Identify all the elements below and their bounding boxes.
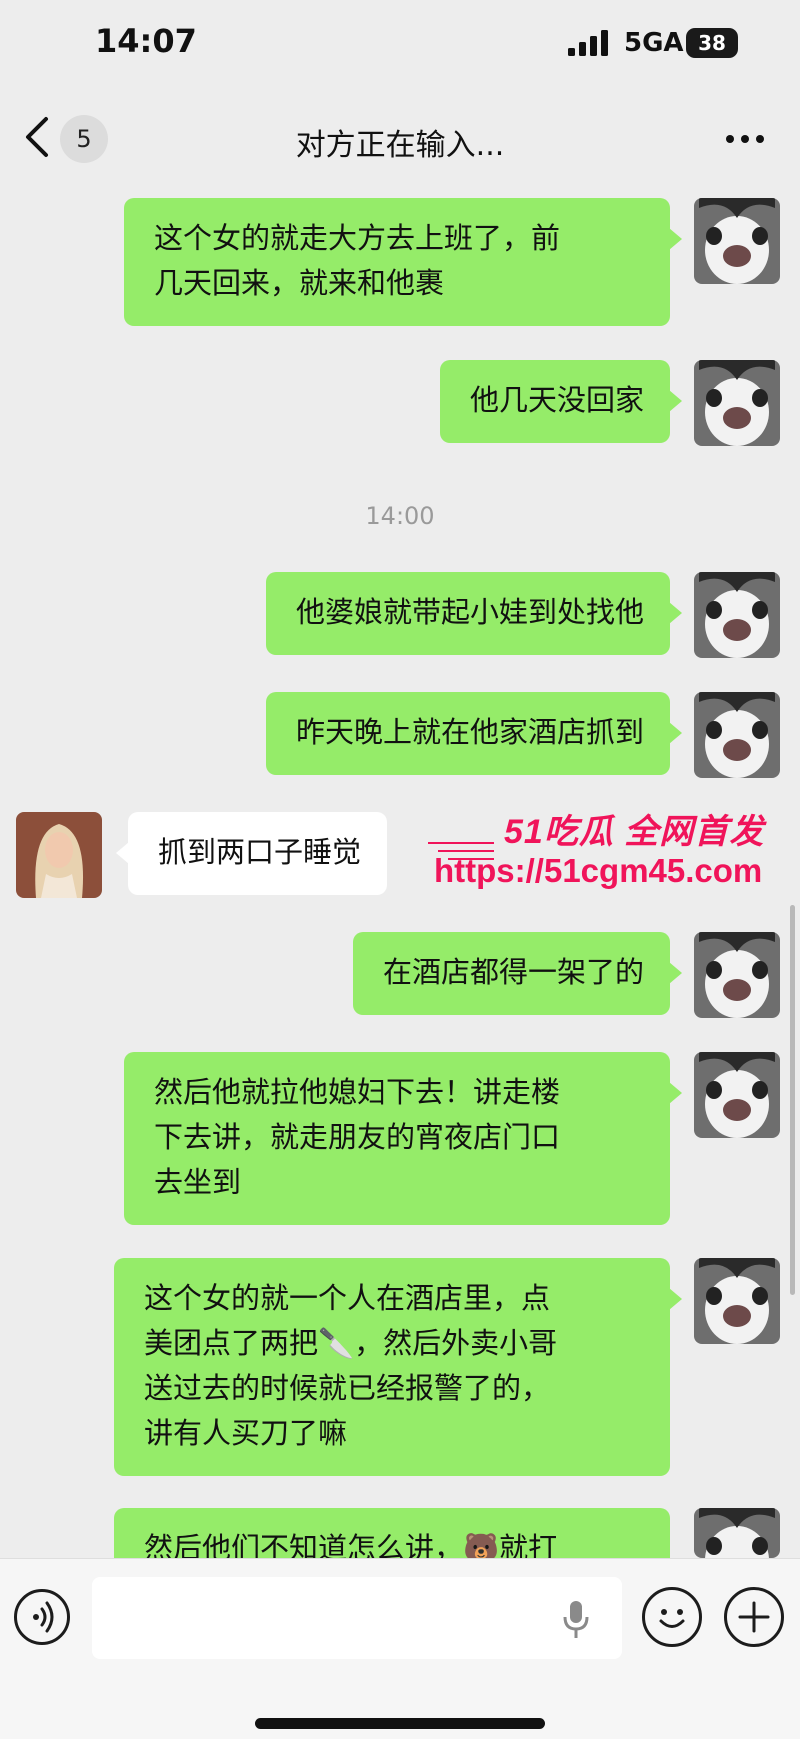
my-avatar[interactable] [694, 1052, 780, 1138]
smiley-icon [659, 1609, 685, 1628]
contact-avatar[interactable] [16, 812, 102, 898]
message-bubble[interactable]: 抓到两口子睡觉 [115, 812, 388, 895]
message-text: 美团点了两把🔪，然后外卖小哥 [144, 1326, 558, 1360]
message-timestamp: 14:00 [365, 502, 435, 530]
message-text: 然后他就拉他媳妇下去！讲走楼 [154, 1075, 561, 1109]
status-time: 14:07 [95, 22, 197, 60]
microphone-icon[interactable] [561, 1599, 591, 1641]
watermark-url: https://51cgm45.com [434, 852, 763, 889]
chat-title: 对方正在输入... [295, 128, 505, 163]
message-bubble[interactable]: 他婆娘就带起小娃到处找他 [265, 572, 683, 655]
input-bar [0, 1558, 800, 1739]
message-text: 这个女的就走大方去上班了，前 [154, 221, 561, 255]
my-avatar[interactable] [694, 572, 780, 658]
message-text: 昨天晚上就在他家酒店抓到 [295, 715, 644, 749]
watermark: 51吃瓜 全网首发 https://51cgm45.com [426, 800, 763, 904]
message-bubble[interactable]: 在酒店都得一架了的 [352, 932, 683, 1015]
message-text: 讲有人买刀了嘛 [144, 1416, 348, 1450]
watermark-brand: 51吃瓜 全网首发 [504, 813, 765, 851]
chat-header: 5 对方正在输入... [0, 95, 800, 185]
my-avatar[interactable] [694, 1258, 780, 1344]
message-text: 抓到两口子睡觉 [158, 835, 362, 869]
message-text: 下去讲，就走朋友的宵夜店门口 [154, 1120, 561, 1154]
message-bubble[interactable]: 昨天晚上就在他家酒店抓到 [265, 692, 683, 775]
my-avatar[interactable] [694, 198, 780, 284]
battery-icon: 38 [686, 28, 738, 58]
message-text: 去坐到 [154, 1165, 242, 1199]
message-text: 在酒店都得一架了的 [382, 955, 644, 989]
message-text: 几天回来，就来和他裹 [154, 266, 445, 300]
message-input[interactable] [92, 1577, 622, 1659]
message-text: 他婆娘就带起小娃到处找他 [295, 595, 644, 629]
signal-icon [568, 30, 608, 56]
my-avatar[interactable] [694, 360, 780, 446]
message-bubble[interactable]: 然后他就拉他媳妇下去！讲走楼 下去讲，就走朋友的宵夜店门口 去坐到 [124, 1052, 682, 1225]
more-actions-button[interactable] [724, 1587, 784, 1647]
my-avatar[interactable] [694, 692, 780, 778]
message-text: 他几天没回家 [469, 383, 644, 417]
plus-icon [738, 1601, 770, 1633]
emoji-button[interactable] [642, 1587, 702, 1647]
status-bar: 14:07 5GA 38 [0, 0, 800, 90]
more-options-icon[interactable] [724, 119, 766, 159]
network-label: 5GA [624, 28, 684, 58]
voice-input-button[interactable] [14, 1589, 70, 1645]
message-bubble[interactable]: 他几天没回家 [439, 360, 683, 443]
home-indicator[interactable] [255, 1718, 545, 1729]
message-text: 送过去的时候就已经报警了的， [144, 1371, 551, 1405]
voice-wave-icon [33, 1601, 54, 1633]
message-text: 这个女的就一个人在酒店里，点 [144, 1281, 551, 1315]
battery-level: 38 [698, 31, 726, 55]
my-avatar[interactable] [694, 1508, 780, 1558]
my-avatar[interactable] [694, 932, 780, 1018]
message-bubble[interactable]: 这个女的就一个人在酒店里，点 美团点了两把🔪，然后外卖小哥 送过去的时候就已经报… [114, 1258, 682, 1476]
scrollbar[interactable] [790, 905, 795, 1295]
message-bubble[interactable]: 这个女的就走大方去上班了，前 几天回来，就来和他裹 [124, 198, 682, 326]
